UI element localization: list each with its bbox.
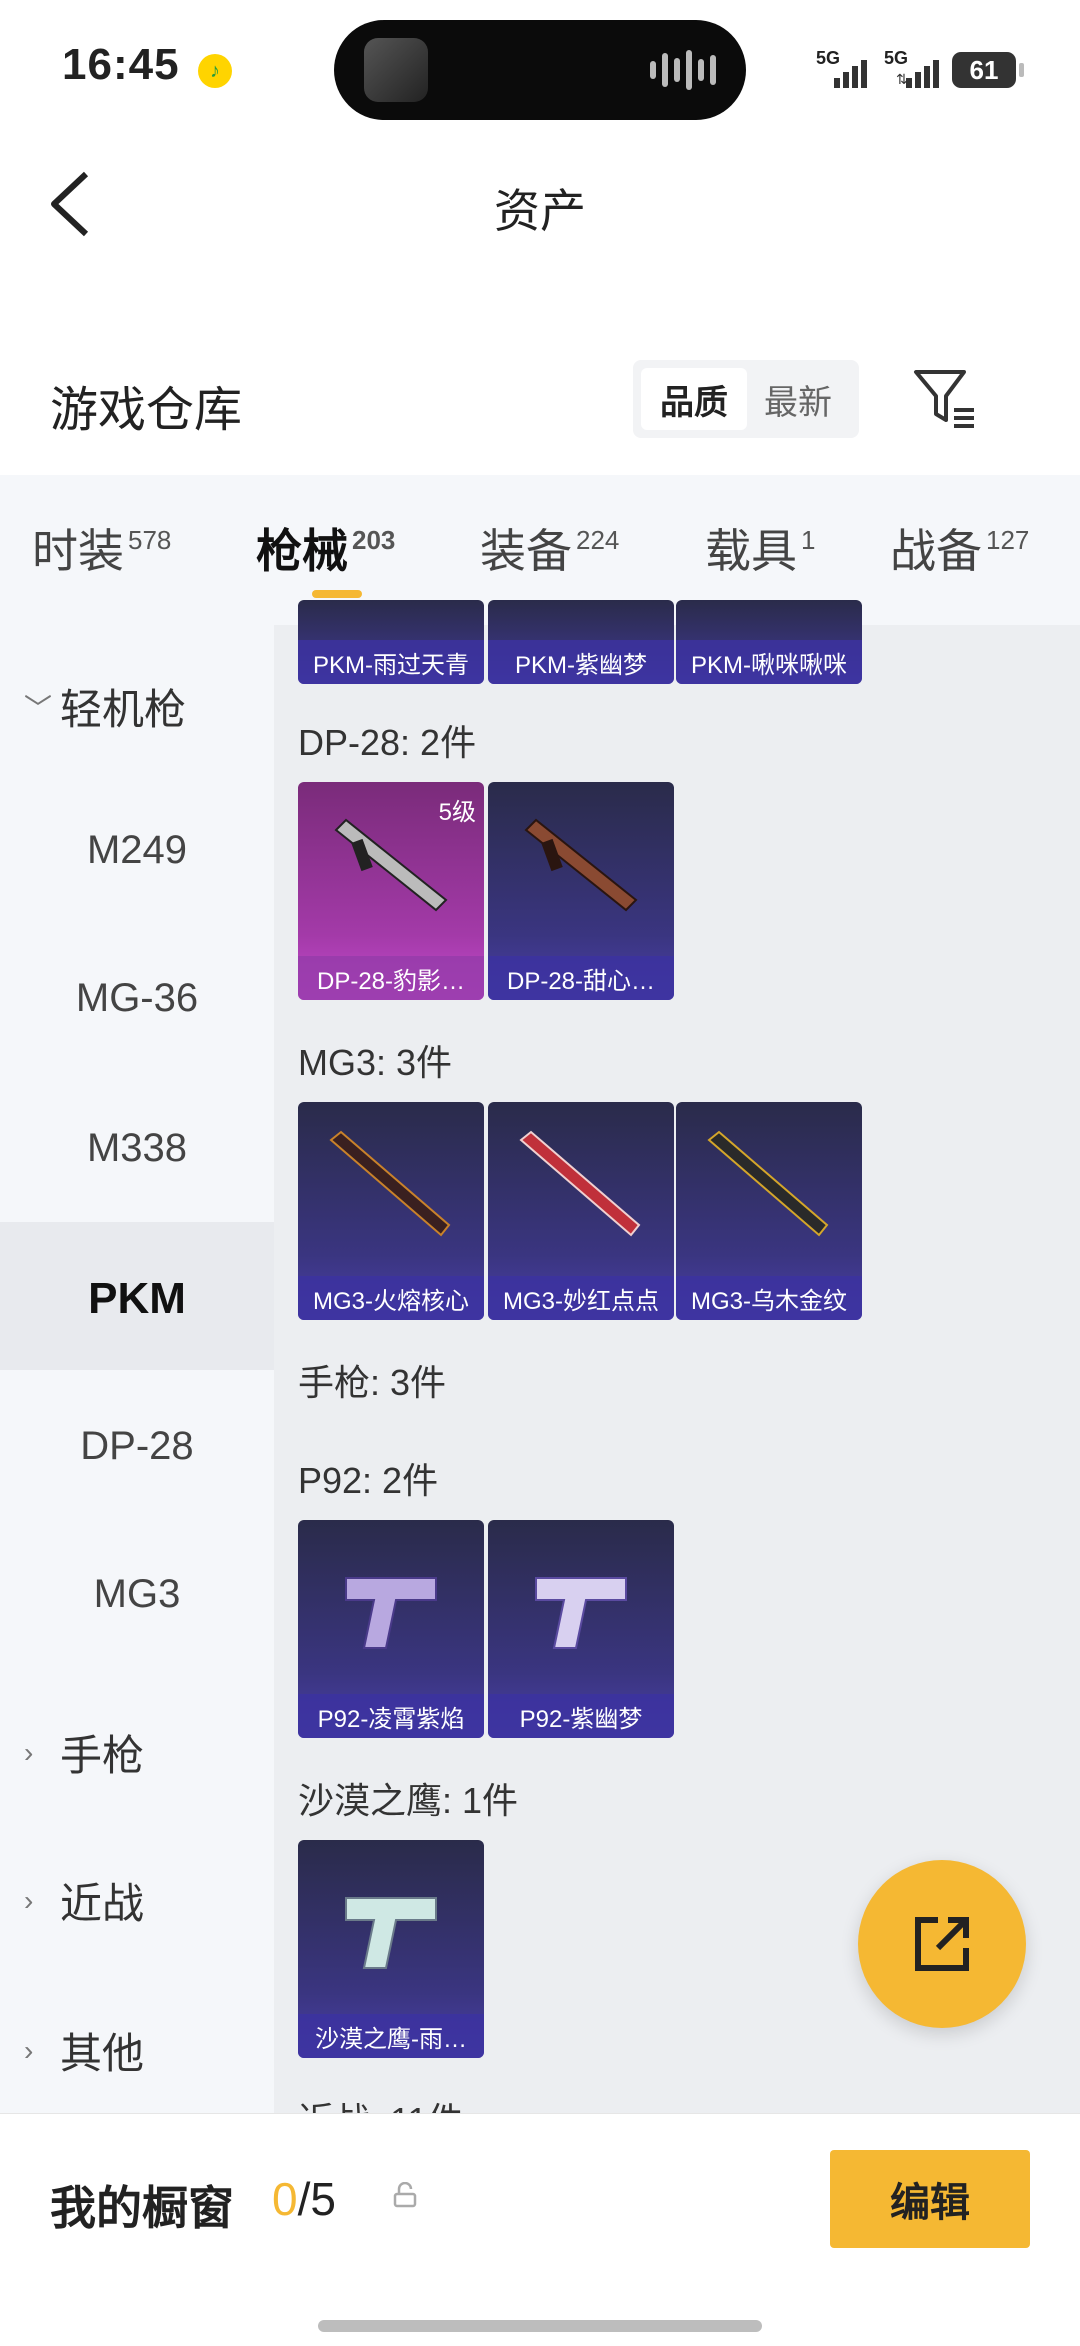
pistol-icon [345,1897,437,1969]
sidebar-group-melee[interactable]: › 近战 [24,1870,144,1931]
item-card[interactable]: P92-凌霄紫焰 [298,1520,484,1738]
sidebar-item-mg3[interactable]: MG3 [0,1572,274,1617]
pistol-icon [345,1577,437,1649]
edit-button[interactable]: 编辑 [830,2150,1030,2248]
chevron-down-icon: ﹀ [24,692,53,724]
dynamic-island [334,20,746,120]
svg-text:⇅: ⇅ [896,71,908,87]
item-card[interactable]: DP-28-甜心… [488,782,674,1000]
status-time: 16:45 [62,40,180,89]
group-label-mg3: MG3: 3件 [298,1042,453,1083]
chevron-right-icon: › [24,2034,34,2066]
chevron-right-icon: › [24,1884,34,1916]
item-card[interactable]: MG3-妙红点点 [488,1102,674,1320]
rifle-icon [329,1130,451,1237]
tab-firearms[interactable]: 枪械 203 [256,515,395,581]
item-card[interactable]: PKM-紫幽梦 [488,600,674,684]
sidebar-item-m338[interactable]: M338 [0,1126,274,1171]
tab-vehicles[interactable]: 载具 1 [705,515,815,581]
rifle-icon [334,818,448,912]
item-card[interactable]: PKM-啾咪啾咪 [676,600,862,684]
battery-indicator: 61 [952,52,1024,88]
pistol-icon [535,1577,627,1649]
section-title: 游戏仓库 [50,384,243,437]
sidebar-group-lmg[interactable]: ﹀ 轻机枪 [24,676,186,737]
music-icon: ♪ [198,54,232,88]
group-label-dp28: DP-28: 2件 [298,722,477,763]
item-card[interactable]: MG3-乌木金纹 [676,1102,862,1320]
lock-icon [393,2182,417,2208]
page-title: 资产 [494,185,586,237]
share-icon [915,1917,969,1971]
rifle-icon [519,1130,641,1237]
item-card[interactable]: P92-紫幽梦 [488,1520,674,1738]
signal-icon [834,60,867,88]
item-card[interactable]: MG3-火熔核心 [298,1102,484,1320]
sidebar-group-other[interactable]: › 其他 [24,2020,144,2081]
tab-equipment[interactable]: 装备 224 [480,515,619,581]
item-card[interactable]: 5级 DP-28-豹影… [298,782,484,1000]
group-label-deagle: 沙漠之鹰: 1件 [298,1780,519,1821]
sort-quality-button[interactable]: 品质 [641,368,747,430]
tab-fashion[interactable]: 时装 578 [32,515,171,581]
showcase-count: 0/5 [272,2173,336,2225]
sort-latest-button[interactable]: 最新 [745,368,851,430]
sidebar-item-dp28[interactable]: DP-28 [0,1424,274,1469]
chevron-right-icon: › [24,1736,34,1768]
item-card[interactable]: 沙漠之鹰-雨… [298,1840,484,2058]
sort-toggle: 品质 最新 [633,360,859,438]
rifle-icon [524,818,638,912]
sidebar-group-pistol[interactable]: › 手枪 [24,1722,144,1783]
item-card[interactable]: PKM-雨过天青 [298,600,484,684]
tab-tactical[interactable]: 战备 127 [890,515,1029,581]
share-button[interactable] [858,1860,1026,2028]
group-label-pistol: 手枪: 3件 [298,1362,447,1403]
sidebar-item-m249[interactable]: M249 [0,828,274,873]
home-indicator [318,2320,762,2332]
sidebar-item-pkm[interactable]: PKM [0,1274,274,1324]
group-label-p92: P92: 2件 [298,1460,439,1501]
album-art [364,38,428,102]
showcase-label: 我的橱窗 [50,2182,234,2234]
active-tab-indicator [312,590,362,598]
signal-icon-2: ⇅ [896,60,939,88]
rifle-icon [707,1130,829,1237]
audio-wave-icon [650,50,716,90]
filter-icon[interactable] [912,368,978,430]
sidebar-item-mg36[interactable]: MG-36 [0,976,274,1021]
